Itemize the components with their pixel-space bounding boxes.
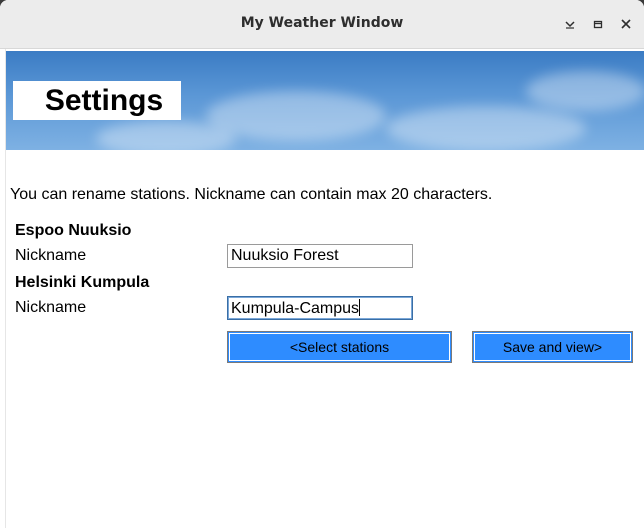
page-title: Settings	[44, 83, 164, 117]
station-name: Helsinki Kumpula	[15, 274, 150, 291]
nickname-input-helsinki[interactable]: Kumpula-Campus	[227, 296, 413, 320]
cloud-decoration	[526, 71, 644, 111]
minimize-icon	[565, 21, 575, 29]
banner-title-box: Settings	[13, 81, 181, 120]
station-name: Espoo Nuuksio	[15, 222, 132, 239]
nickname-label: Nickname	[15, 247, 87, 264]
minimize-button[interactable]	[560, 14, 580, 34]
settings-banner: Settings	[6, 51, 644, 150]
nickname-input-value: Kumpula-Campus	[231, 300, 360, 317]
cloud-decoration	[96, 121, 236, 150]
select-stations-button[interactable]: <Select stations	[227, 331, 452, 363]
title-bar[interactable]: My Weather Window	[0, 0, 644, 49]
save-and-view-button[interactable]: Save and view>	[472, 331, 633, 363]
close-button[interactable]	[616, 14, 636, 34]
nickname-label: Nickname	[15, 299, 87, 316]
info-text: You can rename stations. Nickname can co…	[10, 186, 493, 203]
maximize-icon	[593, 20, 603, 29]
text-caret	[359, 299, 361, 316]
cloud-decoration	[386, 106, 586, 150]
nickname-input-espoo[interactable]: Nuuksio Forest	[227, 244, 413, 268]
close-icon	[621, 19, 631, 29]
nickname-input-value: Nuuksio Forest	[231, 247, 339, 264]
window-title: My Weather Window	[240, 15, 404, 31]
maximize-button[interactable]	[588, 14, 608, 34]
app-window: My Weather Window Settings You can renam…	[0, 0, 644, 528]
